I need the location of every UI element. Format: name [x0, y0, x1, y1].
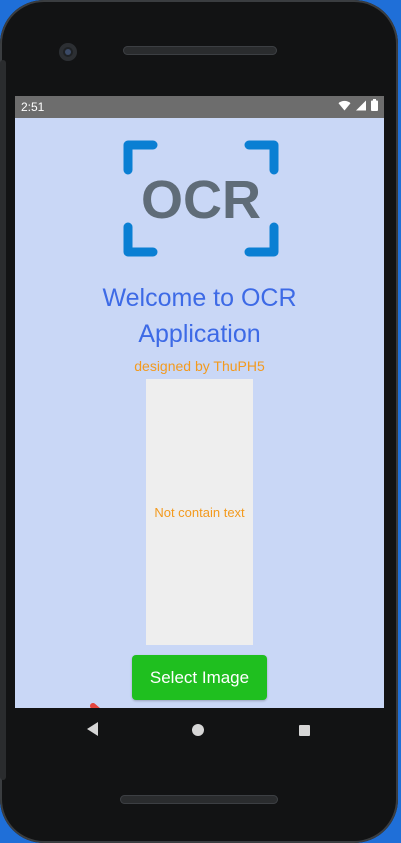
designed-by-label: designed by ThuPH5	[134, 358, 265, 374]
welcome-line-2: Application	[138, 320, 261, 348]
battery-icon	[371, 99, 378, 111]
image-placeholder-text: Not contain text	[154, 504, 245, 520]
status-icons	[338, 99, 378, 111]
recent-apps-icon[interactable]	[299, 725, 310, 736]
navigation-bar	[15, 708, 384, 752]
signal-icon	[356, 100, 366, 110]
home-icon[interactable]	[192, 724, 204, 736]
phone-edge	[0, 60, 6, 780]
app-screen: 2:51 OCR Welcome to OCR Application desi…	[15, 96, 384, 708]
welcome-line-1: Welcome to OCR	[102, 284, 297, 312]
ocr-logo: OCR	[123, 140, 279, 257]
back-icon[interactable]	[87, 722, 99, 736]
phone-frame: 2:51 OCR Welcome to OCR Application desi…	[0, 0, 398, 843]
wifi-icon	[338, 100, 351, 110]
earpiece-speaker	[123, 46, 277, 55]
image-preview-box: Not contain text	[146, 379, 253, 645]
red-arrow-icon	[90, 703, 100, 708]
welcome-title: Welcome to OCR Application	[15, 280, 384, 352]
bottom-speaker	[120, 795, 278, 804]
logo-text: OCR	[141, 170, 261, 230]
front-camera	[59, 43, 77, 61]
status-bar: 2:51	[15, 96, 384, 118]
select-image-button[interactable]: Select Image	[132, 655, 267, 700]
status-time: 2:51	[21, 100, 45, 114]
